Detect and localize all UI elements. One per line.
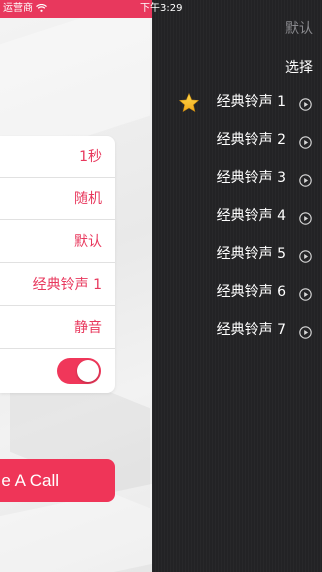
ringtone-item[interactable]: 经典铃声 2 — [152, 122, 322, 159]
setting-value: 经典铃声 1 — [32, 277, 102, 293]
carrier-label: 运营商 — [3, 3, 33, 14]
toggle-knob — [77, 360, 99, 382]
ringtone-item[interactable]: 经典铃声 4 — [152, 198, 322, 235]
play-circle-icon[interactable] — [299, 210, 312, 225]
status-bar: 运营商 下午3:29 — [0, 0, 322, 18]
ringtone-label: 经典铃声 7 — [216, 322, 286, 338]
setting-value: 默认 — [74, 234, 102, 250]
ringtone-label: 经典铃声 4 — [216, 208, 286, 224]
select-label: 选择 — [285, 60, 313, 76]
ringtone-item[interactable]: 经典铃声 1 — [152, 84, 322, 121]
ringtone-item[interactable]: 经典铃声 3 — [152, 160, 322, 197]
play-circle-icon[interactable] — [299, 286, 312, 301]
main-app-panel[interactable]: 1秒 随机 默认 经典铃声 1 静音 e A Call — [0, 0, 152, 572]
setting-row-toggle — [0, 350, 115, 392]
setting-row-mode[interactable]: 随机 — [0, 178, 115, 220]
setting-row-vibrate[interactable]: 静音 — [0, 307, 115, 349]
status-left: 运营商 — [3, 0, 47, 18]
ringtone-item[interactable]: 经典铃声 5 — [152, 236, 322, 273]
ringtone-label: 经典铃声 6 — [216, 284, 286, 300]
ringtone-item[interactable]: 经典铃声 7 — [152, 312, 322, 349]
ringtone-label: 经典铃声 3 — [216, 170, 286, 186]
settings-card: 1秒 随机 默认 经典铃声 1 静音 — [0, 136, 115, 393]
ringtone-menu: 默认 选择 经典铃声 1 经典铃声 2 经典铃声 3 经典铃声 4 经典铃声 5 经典铃声… — [152, 0, 322, 572]
setting-row-ringtone[interactable]: 经典铃声 1 — [0, 264, 115, 306]
setting-row-caller[interactable]: 默认 — [0, 221, 115, 263]
wifi-icon — [36, 0, 47, 18]
setting-value: 随机 — [74, 191, 102, 207]
status-time: 下午3:29 — [140, 3, 183, 14]
ringtone-label: 经典铃声 2 — [216, 132, 286, 148]
play-circle-icon[interactable] — [299, 96, 312, 111]
setting-value: 静音 — [74, 320, 102, 336]
setting-row-interval[interactable]: 1秒 — [0, 136, 115, 178]
ringtone-item[interactable]: 经典铃声 6 — [152, 274, 322, 311]
play-circle-icon[interactable] — [299, 324, 312, 339]
setting-value: 1秒 — [79, 149, 102, 165]
play-circle-icon[interactable] — [299, 248, 312, 263]
play-circle-icon[interactable] — [299, 172, 312, 187]
star-icon — [178, 92, 200, 114]
ringtone-label: 经典铃声 5 — [216, 246, 286, 262]
ringtone-label: 经典铃声 1 — [216, 94, 286, 110]
play-circle-icon[interactable] — [299, 134, 312, 149]
default-label[interactable]: 默认 — [285, 18, 313, 38]
toggle-switch[interactable] — [57, 358, 101, 384]
make-call-button[interactable]: e A Call — [0, 459, 115, 502]
